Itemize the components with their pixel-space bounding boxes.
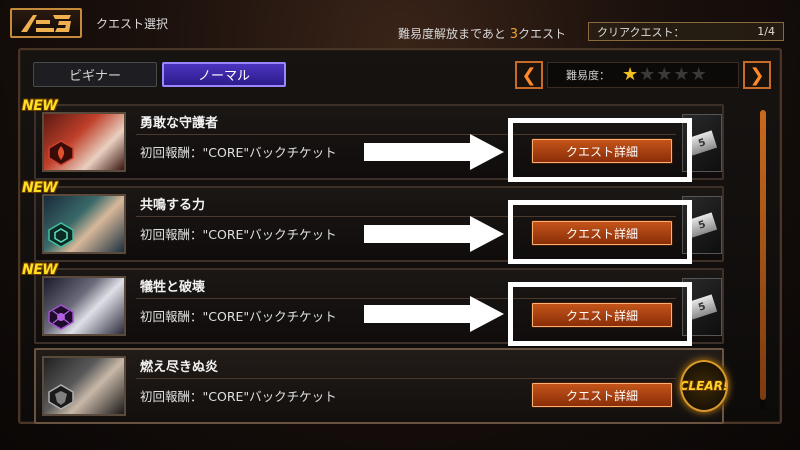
star-icon-empty: ★ xyxy=(690,64,707,85)
cleared-quests-count: 1/4 xyxy=(757,25,775,38)
new-badge: NEW xyxy=(22,98,58,114)
quest-name: 勇敢な守護者 xyxy=(140,116,219,131)
annotation-highlight-box xyxy=(508,282,692,346)
difficulty-next-button[interactable]: ❯ xyxy=(743,61,771,89)
clear-badge: CLEAR! xyxy=(676,356,732,416)
hex-emblem-icon xyxy=(48,222,74,248)
quest-portrait xyxy=(42,112,126,172)
quest-portrait xyxy=(42,356,126,416)
quest-reward: 初回報酬："CORE"バックチケット xyxy=(140,145,337,160)
annotation-arrow xyxy=(364,296,504,332)
star-icon-empty: ★ xyxy=(673,64,690,85)
spider-emblem-icon xyxy=(48,304,74,330)
shield-emblem-icon xyxy=(48,384,74,410)
unlock-count: 3 xyxy=(509,27,518,42)
new-badge: NEW xyxy=(22,180,58,196)
back-button[interactable] xyxy=(10,8,82,38)
star-icon-empty: ★ xyxy=(656,64,673,85)
difficulty-stars: ★ ★ ★ ★ ★ xyxy=(622,66,707,84)
quest-detail-button[interactable]: クエスト詳細 xyxy=(532,383,672,407)
difficulty-display: 難易度： ★ ★ ★ ★ ★ xyxy=(547,62,739,88)
scrollbar-thumb[interactable] xyxy=(760,110,766,400)
tab-normal[interactable]: ノーマル xyxy=(162,62,286,87)
annotation-highlight-box xyxy=(508,118,692,182)
annotation-arrow xyxy=(364,134,504,170)
annotation-arrow xyxy=(364,216,504,252)
cleared-quests-box: クリアクエスト： 1/4 xyxy=(588,22,784,41)
quest-portrait xyxy=(42,276,126,336)
unlock-suffix: クエスト xyxy=(518,27,567,41)
scrollbar[interactable] xyxy=(760,110,766,410)
quest-name: 燃え尽きぬ炎 xyxy=(140,360,219,375)
tab-beginner[interactable]: ビギナー xyxy=(33,62,157,87)
top-bar: クエスト選択 難易度解放まであと 3クエスト クリアクエスト： 1/4 xyxy=(0,0,800,50)
chevron-left-icon: ❮ xyxy=(521,64,537,86)
new-badge: NEW xyxy=(22,262,58,278)
star-icon-filled: ★ xyxy=(622,64,639,85)
annotation-highlight-box xyxy=(508,200,692,264)
clear-badge-label: CLEAR! xyxy=(679,379,729,393)
difficulty-label: 難易度： xyxy=(566,69,610,82)
divider xyxy=(136,378,676,379)
quest-row[interactable]: 燃え尽きぬ炎 初回報酬："CORE"バックチケット クエスト詳細 CLEAR! xyxy=(34,348,732,424)
difficulty-prev-button[interactable]: ❮ xyxy=(515,61,543,89)
star-icon-empty: ★ xyxy=(639,64,656,85)
quest-name: 犠牲と破壊 xyxy=(140,280,206,295)
quest-reward: 初回報酬："CORE"バックチケット xyxy=(140,309,337,324)
flame-emblem-icon xyxy=(48,140,74,166)
quest-reward: 初回報酬："CORE"バックチケット xyxy=(140,389,337,404)
quest-name: 共鳴する力 xyxy=(140,198,206,213)
quest-reward: 初回報酬："CORE"バックチケット xyxy=(140,227,337,242)
cleared-quests-label: クリアクエスト： xyxy=(597,25,685,39)
screen-title: クエスト選択 xyxy=(96,17,169,31)
ac-logo-back-icon xyxy=(21,15,71,32)
difficulty-selector: ❮ 難易度： ★ ★ ★ ★ ★ ❯ xyxy=(515,60,771,90)
unlock-progress-text: 難易度解放まであと 3クエスト xyxy=(398,25,566,42)
unlock-prefix: 難易度解放まであと xyxy=(398,27,506,41)
quest-portrait xyxy=(42,194,126,254)
chevron-right-icon: ❯ xyxy=(749,64,765,86)
